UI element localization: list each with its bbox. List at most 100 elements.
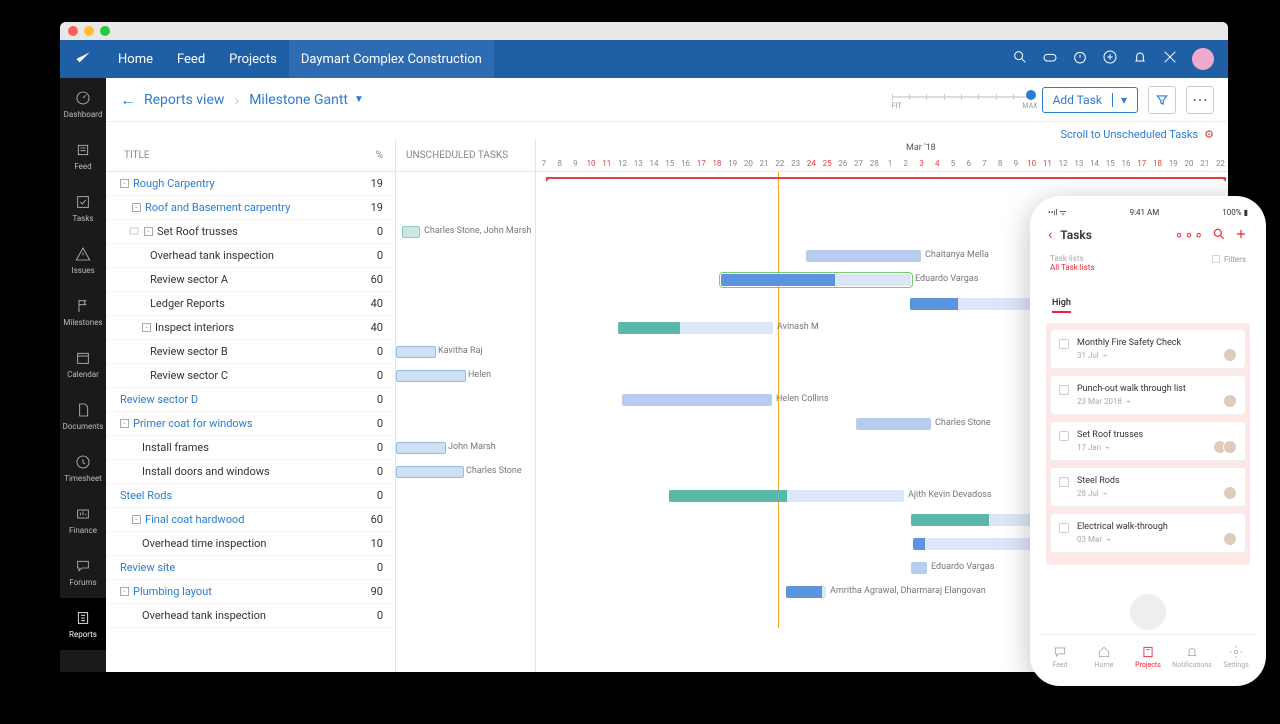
search-icon[interactable] <box>1212 226 1226 245</box>
phone-tab-projects[interactable]: Projects <box>1126 635 1170 678</box>
tools-icon[interactable] <box>1162 49 1178 69</box>
add-task-button[interactable]: Add Task ▾ <box>1042 87 1138 113</box>
top-nav: Home Feed Projects Daymart Complex Const… <box>60 40 1228 78</box>
sidenav-feed[interactable]: Feed <box>60 130 106 182</box>
phone-header: ‹ Tasks ∘∘∘ <box>1038 220 1258 250</box>
task-row[interactable]: Install doors and windows0 <box>106 460 395 484</box>
sidenav-issues[interactable]: Issues <box>60 234 106 286</box>
filter-icon[interactable] <box>1148 86 1176 114</box>
timer-icon[interactable] <box>1072 49 1088 69</box>
toolbar: ← Reports view › Milestone Gantt ▼ FIT M… <box>106 78 1228 122</box>
task-row[interactable]: -Final coat hardwood60 <box>106 508 395 532</box>
checkbox[interactable] <box>1059 431 1069 441</box>
tasklist-selector[interactable]: All Task lists <box>1050 263 1246 272</box>
chevron-right-icon: › <box>234 90 239 109</box>
gamepad-icon[interactable] <box>1042 49 1058 69</box>
phone-tabbar: FeedHomeProjectsNotificationsSettings <box>1038 634 1258 678</box>
max-dot[interactable] <box>100 26 110 36</box>
phone-tab-settings[interactable]: Settings <box>1214 635 1258 678</box>
checkbox[interactable] <box>1059 385 1069 395</box>
side-nav: DashboardFeedTasksIssuesMilestonesCalend… <box>60 78 106 672</box>
task-row[interactable]: Overhead tank inspection0 <box>106 244 395 268</box>
user-avatar[interactable] <box>1192 48 1214 70</box>
add-icon[interactable] <box>1234 226 1248 245</box>
phone-section: High <box>1046 286 1250 317</box>
task-row[interactable]: Overhead tank inspection0 <box>106 604 395 628</box>
task-row[interactable]: -Plumbing layout90 <box>106 580 395 604</box>
phone-statusbar: ••ıl ᯤ 9:41 AM 100% ▮ <box>1038 204 1258 220</box>
sidenav-dashboard[interactable]: Dashboard <box>60 78 106 130</box>
unscheduled-column: UNSCHEDULED TASKS Charles Stone, John Ma… <box>396 140 536 672</box>
collapse-icon[interactable]: - <box>120 587 129 596</box>
sidenav-milestones[interactable]: Milestones <box>60 286 106 338</box>
col-pct: % <box>355 150 395 161</box>
add-icon[interactable] <box>1102 49 1118 69</box>
signal-icon: ••ıl ᯤ <box>1048 207 1067 218</box>
phone-tab-notifications[interactable]: Notifications <box>1170 635 1214 678</box>
collapse-icon[interactable]: - <box>132 515 141 524</box>
task-row[interactable]: Review sector D0 <box>106 388 395 412</box>
chevron-down-icon[interactable]: ▾ <box>1112 93 1127 107</box>
back-icon[interactable]: ‹ <box>1048 227 1052 243</box>
mobile-preview: ••ıl ᯤ 9:41 AM 100% ▮ ‹ Tasks ∘∘∘ Filter… <box>1030 196 1266 686</box>
task-row[interactable]: Review sector B0 <box>106 340 395 364</box>
phone-task-card[interactable]: Punch-out walk through list23 Mar 2018 ⌁ <box>1050 375 1246 415</box>
breadcrumb-current[interactable]: Milestone Gantt ▼ <box>249 92 364 108</box>
task-row[interactable]: -Roof and Basement carpentry19 <box>106 196 395 220</box>
sidenav-calendar[interactable]: Calendar <box>60 338 106 390</box>
home-indicator <box>1130 594 1166 630</box>
phone-tab-home[interactable]: Home <box>1082 635 1126 678</box>
phone-subheader: Filters Task lists All Task lists <box>1038 250 1258 276</box>
task-row[interactable]: Review sector A60 <box>106 268 395 292</box>
task-row[interactable]: Review sector C0 <box>106 364 395 388</box>
collapse-icon[interactable]: - <box>120 179 129 188</box>
phone-task-card[interactable]: Monthly Fire Safety Check31 Jul ⌁ <box>1050 329 1246 369</box>
col-unscheduled: UNSCHEDULED TASKS <box>396 140 535 172</box>
task-row[interactable]: Ledger Reports40 <box>106 292 395 316</box>
sidenav-documents[interactable]: Documents <box>60 390 106 442</box>
min-dot[interactable] <box>84 26 94 36</box>
task-row[interactable]: -Primer coat for windows0 <box>106 412 395 436</box>
nav-feed[interactable]: Feed <box>165 40 217 78</box>
filters-button[interactable]: Filters <box>1211 254 1246 264</box>
sidenav-tasks[interactable]: Tasks <box>60 182 106 234</box>
month-label: Mar '18 <box>906 143 936 153</box>
collapse-icon[interactable]: - <box>132 203 141 212</box>
sidenav-finance[interactable]: Finance <box>60 494 106 546</box>
nav-projects[interactable]: Projects <box>217 40 289 78</box>
phone-tab-feed[interactable]: Feed <box>1038 635 1082 678</box>
search-icon[interactable] <box>1012 49 1028 69</box>
task-row[interactable]: Review site0 <box>106 556 395 580</box>
app-logo[interactable] <box>60 49 106 69</box>
task-row[interactable]: -Inspect interiors40 <box>106 316 395 340</box>
phone-title: Tasks <box>1060 228 1166 242</box>
sidenav-timesheet[interactable]: Timesheet <box>60 442 106 494</box>
zoom-slider[interactable]: FIT MAX <box>892 88 1032 112</box>
nav-home[interactable]: Home <box>106 40 165 78</box>
phone-task-card[interactable]: Set Roof trusses17 Jan ⌁ <box>1050 421 1246 461</box>
task-row[interactable]: Steel Rods0 <box>106 484 395 508</box>
back-arrow-icon[interactable]: ← <box>120 90 136 110</box>
breadcrumb-reports[interactable]: Reports view <box>144 92 224 108</box>
nav-project-current[interactable]: Daymart Complex Construction <box>289 40 494 78</box>
chart-header: Mar '18 78910111213141516171819202122232… <box>536 140 1228 172</box>
checkbox[interactable] <box>1059 523 1069 533</box>
collapse-icon[interactable]: - <box>144 227 153 236</box>
phone-task-card[interactable]: Steel Rods28 Jul ⌁ <box>1050 467 1246 507</box>
collapse-icon[interactable]: - <box>142 323 151 332</box>
task-row[interactable]: -Set Roof trusses0 <box>106 220 395 244</box>
checkbox[interactable] <box>1059 339 1069 349</box>
collapse-icon[interactable]: - <box>120 419 129 428</box>
task-row[interactable]: -Rough Carpentry19 <box>106 172 395 196</box>
more-icon[interactable]: ∘∘∘ <box>1175 227 1204 243</box>
more-icon[interactable]: ⋯ <box>1186 86 1214 114</box>
mac-titlebar <box>60 22 1228 40</box>
checkbox[interactable] <box>1059 477 1069 487</box>
sidenav-reports[interactable]: Reports <box>60 598 106 650</box>
task-row[interactable]: Overhead time inspection10 <box>106 532 395 556</box>
close-dot[interactable] <box>68 26 78 36</box>
task-row[interactable]: Install frames0 <box>106 436 395 460</box>
phone-task-card[interactable]: Electrical walk-through03 Mar ⌁ <box>1050 513 1246 553</box>
sidenav-forums[interactable]: Forums <box>60 546 106 598</box>
bell-icon[interactable] <box>1132 49 1148 69</box>
